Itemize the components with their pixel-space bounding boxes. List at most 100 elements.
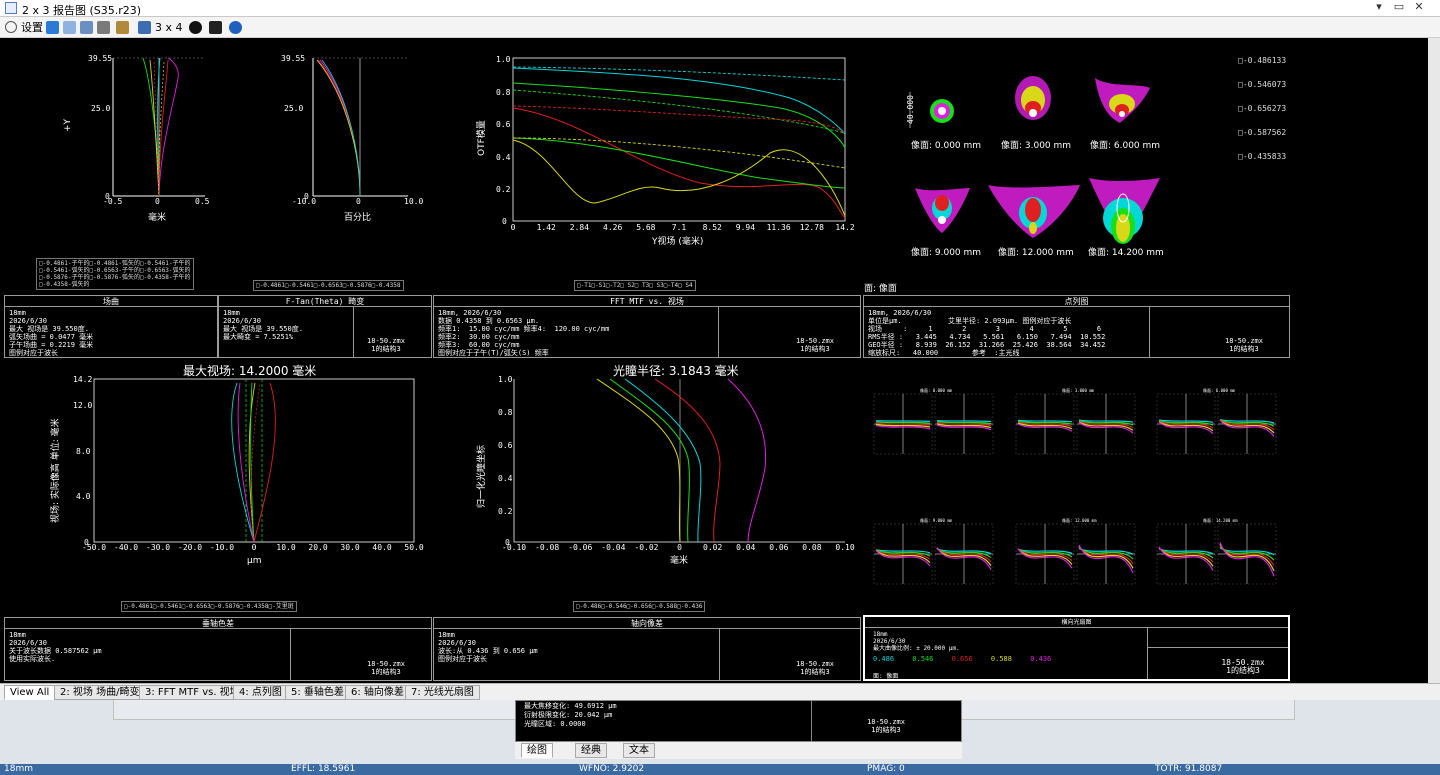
fc-y-mid: 25.0 — [91, 104, 110, 113]
ax-x-unit: 毫米 — [670, 554, 688, 566]
lc-x-tick: 30.0 — [340, 543, 359, 552]
axial-aberration-plot: 光瞳半径: 3.1843 毫米 1.0 0.8 0.6 0.4 0.2 0 -0… — [475, 363, 855, 566]
axial-info-header: 轴向像差 — [434, 618, 860, 629]
vertical-scrollbar[interactable] — [1428, 38, 1440, 683]
ray-wave: 0.436 — [1030, 655, 1052, 663]
lc-x-tick: 20.0 — [308, 543, 327, 552]
tab-fft-mtf[interactable]: 3: FFT MTF vs. 视场 — [139, 685, 246, 700]
lateral-info-header: 垂轴色差 — [5, 618, 431, 629]
ray-fan-curve — [875, 421, 931, 424]
axial-x-tick: 0 — [677, 543, 682, 552]
lc-y-tick: 4.0 — [76, 492, 91, 501]
lc-x-unit: μm — [247, 556, 262, 566]
window-icon[interactable] — [138, 21, 151, 34]
spot-diagram-plot: 40.000 像面: 0.000 mm 像面: 3.000 mm 像面: 6.0… — [864, 76, 1164, 294]
tab-text[interactable]: 文本 — [623, 743, 655, 758]
tab-view-all[interactable]: View All — [4, 685, 56, 700]
mtf-x-tick: 11.36 — [767, 223, 791, 232]
spot-legend-item: □-0.435833 — [1238, 152, 1287, 161]
spot-label: 像面: 9.000 mm — [911, 246, 981, 258]
fc-x-tick: -0.5 — [103, 197, 122, 206]
ray-fan-title: 像面: 9.000 mm — [920, 517, 953, 523]
minimize-button[interactable]: ▾ — [1370, 0, 1388, 13]
ftan-info-body: 18mm 2026/6/30 最大 视场是 39.550度. 最大畸变 = 7.… — [223, 309, 303, 341]
film-icon[interactable] — [209, 21, 222, 34]
spot-blob-field-5 — [988, 185, 1080, 238]
tab-classic[interactable]: 经典 — [575, 743, 607, 758]
print-icon[interactable] — [97, 21, 110, 34]
axial-x-tick: 0.02 — [703, 543, 722, 552]
mtf-x-tick: 14.2 — [835, 223, 854, 232]
dist-y-top: 39.55 — [281, 54, 305, 63]
ray-fan-title: 像面: 12.000 mm — [1062, 517, 1097, 523]
tab-spot-diagram[interactable]: 4: 点列图 — [233, 685, 288, 700]
ray-fan-title: 像面: 0.000 mm — [920, 387, 953, 393]
refresh-icon[interactable] — [46, 21, 59, 34]
status-totr: TOTR: 91.8087 — [1155, 764, 1223, 774]
save-icon[interactable] — [80, 21, 93, 34]
lc-y-label: 视场: 实际像高 单位: 毫米 — [49, 418, 61, 523]
dist-x-tick: -10.0 — [292, 197, 316, 206]
report-canvas: 39.55 25.0 0 -0.5 0 0.5 毫米 +Y 39.55 25.0… — [49, 54, 1277, 585]
ray-info-box: 横向光扇图 18mm 2026/6/30 最大曲像比例: ± 20.000 μm… — [863, 615, 1290, 681]
tab-lateral-color[interactable]: 5: 垂轴色差 — [285, 685, 350, 700]
lock-icon[interactable] — [116, 21, 129, 34]
field-curvature-plot: 39.55 25.0 0 -0.5 0 0.5 毫米 +Y — [63, 54, 210, 223]
ray-fan-curve — [875, 420, 931, 422]
tab-ray-fan[interactable]: 7: 光线光扇图 — [405, 685, 480, 700]
power-icon[interactable] — [189, 21, 202, 34]
spot-label: 像面: 12.000 mm — [998, 246, 1074, 258]
ray-fan-title: 像面: 3.000 mm — [1062, 387, 1095, 393]
mtf-x-tick: 5.68 — [636, 223, 655, 232]
lc-x-ticks: -50.0 -40.0 -30.0 -20.0 -10.0 0 10.0 20.0 30.0 40… — [82, 543, 424, 552]
settings-button[interactable]: 设置 — [21, 20, 43, 35]
chevron-down-icon[interactable] — [5, 21, 17, 33]
mtf-legend: □-T1□-S1□-T2□ S2□ T3□ S3□-T4□ S4 — [574, 280, 696, 291]
axial-x-tick: 0.10 — [835, 543, 854, 552]
tab-axial-aberration[interactable]: 6: 轴向像差 — [345, 685, 410, 700]
distortion-plot: 39.55 25.0 0 -10.0 0 10.0 百分比 — [281, 54, 423, 223]
lc-x-tick: -40.0 — [114, 543, 138, 552]
lc-x-tick: -10.0 — [210, 543, 234, 552]
spot-info-header: 点列图 — [864, 296, 1289, 307]
lc-y-tick: 14.2 — [73, 375, 92, 384]
layout-dropdown[interactable]: 3 x 4 — [155, 20, 183, 35]
spot-blob-field-1 — [930, 99, 954, 123]
spot-surface-label: 面: 像面 — [864, 282, 897, 294]
ax-y-tick: 0.8 — [498, 408, 513, 417]
spot-info-box: 点列图 18mm, 2026/6/30 单位是μm. 艾里半径: 2.093μm… — [863, 295, 1290, 358]
spot-blob-field-2 — [1015, 76, 1051, 120]
spot-legend-item: □-0.486133 — [1238, 56, 1287, 65]
mtf-x-tick: 4.26 — [603, 223, 622, 232]
text-result-body: 最大焦移变化: 49.6912 μm 衍射极限变化: 20.042 μm 光瞳区… — [524, 702, 617, 728]
status-lens: 18mm — [4, 764, 33, 774]
close-button[interactable]: ✕ — [1410, 0, 1428, 13]
ax-y-label: 归一化光瞳坐标 — [475, 445, 487, 508]
dist-x-tick: 10.0 — [404, 197, 423, 206]
ftan-info-header: F-Tan(Theta) 畸变 — [219, 296, 431, 307]
background-window: 最大焦移变化: 49.6912 μm 衍射极限变化: 20.042 μm 光瞳区… — [0, 700, 1440, 764]
status-effl: EFFL: 18.5961 — [291, 764, 356, 774]
spot-label: 像面: 6.000 mm — [1090, 139, 1160, 151]
fc-y-label: +Y — [63, 118, 73, 132]
ray-wave-row: 0.486 0.546 0.656 0.588 0.436 — [873, 655, 1051, 663]
axial-x-tick: 0.04 — [736, 543, 755, 552]
axial-legend: □-0.486□-0.546□-0.656□-0.588□-0.436 — [573, 601, 706, 612]
mtf-x-tick: 7.1 — [672, 223, 687, 232]
lc-y-tick: 8.0 — [76, 447, 91, 456]
spot-blob-field-6 — [1089, 178, 1160, 244]
tab-field-curvature[interactable]: 2: 视场 场曲/畸变 — [54, 685, 146, 700]
help-icon[interactable] — [229, 21, 242, 34]
lateral-color-plot: 最大视场: 14.2000 毫米 14.2 12.0 8.0 4.0 0 -50… — [49, 363, 424, 566]
mtf-x-tick: 12.78 — [800, 223, 824, 232]
mtf-x-tick: 9.94 — [736, 223, 755, 232]
lc-y-tick: 12.0 — [73, 401, 92, 410]
restore-button[interactable]: ▭ — [1390, 0, 1408, 13]
tab-plot[interactable]: 绘图 — [521, 743, 553, 758]
lc-x-tick: -30.0 — [146, 543, 170, 552]
copy-icon[interactable] — [63, 21, 76, 34]
mtf-y-tick: 0.6 — [496, 120, 511, 129]
mtf-y-label: OTF模量 — [476, 120, 487, 156]
fc-y-top: 39.55 — [88, 54, 112, 63]
axial-info-file: 18-50.zmx 1的结构3 — [796, 660, 834, 676]
